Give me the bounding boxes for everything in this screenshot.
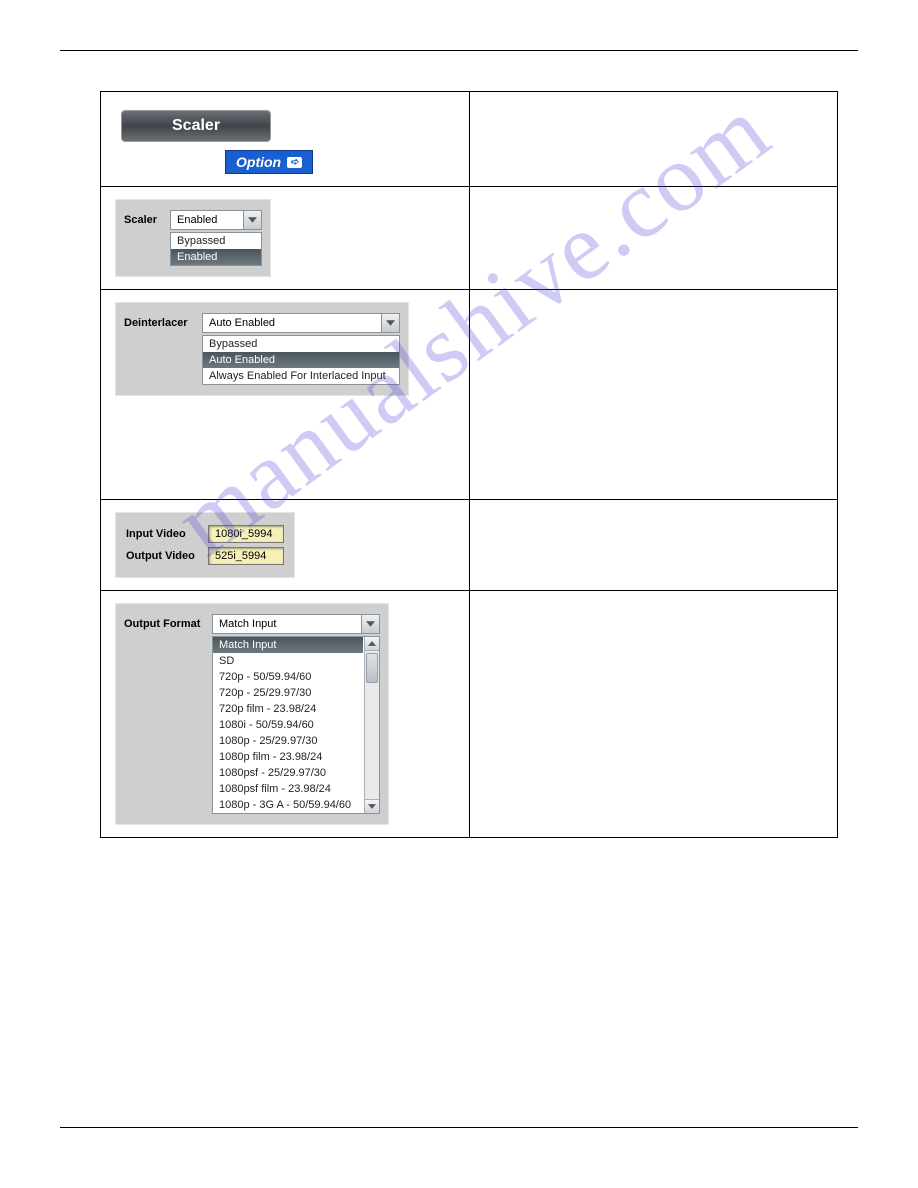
- deinterlacer-select[interactable]: Auto Enabled: [202, 313, 400, 333]
- list-item[interactable]: Bypassed: [203, 336, 399, 352]
- list-item[interactable]: 720p film - 23.98/24: [213, 701, 363, 717]
- output-format-selected: Match Input: [213, 618, 361, 630]
- list-item[interactable]: Always Enabled For Interlaced Input: [203, 368, 399, 384]
- output-format-select[interactable]: Match Input: [212, 614, 380, 634]
- io-panel: Input Video 1080i_5994 Output Video 525i…: [115, 512, 295, 578]
- list-item[interactable]: 1080p - 25/29.97/30: [213, 733, 363, 749]
- chevron-down-icon: [243, 211, 261, 229]
- io-status-cell: Input Video 1080i_5994 Output Video 525i…: [101, 500, 469, 590]
- option-label: Option: [236, 154, 281, 170]
- output-video-row: Output Video 525i_5994: [126, 547, 284, 565]
- list-item[interactable]: Match Input: [213, 637, 363, 653]
- section-title: Scaler: [121, 110, 271, 142]
- list-item[interactable]: 720p - 50/59.94/60: [213, 669, 363, 685]
- bottom-divider: [60, 1127, 858, 1128]
- deinterlacer-selected: Auto Enabled: [203, 317, 381, 329]
- config-table: Scaler Option ➪ Scaler Enabled: [100, 91, 838, 838]
- list-item[interactable]: Auto Enabled: [203, 352, 399, 368]
- scaler-dropdown[interactable]: Enabled Bypassed Enabled: [170, 210, 262, 266]
- input-video-value: 1080i_5994: [208, 525, 284, 543]
- scaler-selected: Enabled: [171, 214, 243, 226]
- input-video-label: Input Video: [126, 528, 202, 540]
- scroll-track[interactable]: [365, 651, 379, 799]
- chevron-down-icon: [381, 314, 399, 332]
- deinterlacer-desc-cell: [469, 290, 837, 499]
- input-video-row: Input Video 1080i_5994: [126, 525, 284, 543]
- scroll-down-button[interactable]: [365, 799, 379, 813]
- header-desc-cell: [469, 92, 837, 186]
- list-item[interactable]: Bypassed: [171, 233, 261, 249]
- output-format-listbox[interactable]: Match Input SD 720p - 50/59.94/60 720p -…: [212, 636, 380, 814]
- output-format-label: Output Format: [124, 614, 206, 630]
- output-format-panel: Output Format Match Input Match Input SD: [115, 603, 389, 825]
- deinterlacer-cell: Deinterlacer Auto Enabled Bypassed Auto …: [101, 290, 469, 499]
- list-item[interactable]: 1080i - 50/59.94/60: [213, 717, 363, 733]
- header-cell: Scaler Option ➪: [101, 92, 469, 186]
- output-video-value: 525i_5994: [208, 547, 284, 565]
- scaler-cell: Scaler Enabled Bypassed Enabled: [101, 187, 469, 289]
- deinterlacer-label: Deinterlacer: [124, 313, 196, 329]
- scroll-thumb[interactable]: [366, 653, 378, 683]
- scroll-up-button[interactable]: [365, 637, 379, 651]
- top-divider: [60, 50, 858, 51]
- arrow-icon: ➪: [287, 157, 301, 168]
- scrollbar[interactable]: [364, 637, 379, 813]
- output-format-cell: Output Format Match Input Match Input SD: [101, 591, 469, 837]
- output-video-label: Output Video: [126, 550, 202, 562]
- chevron-down-icon: [361, 615, 379, 633]
- list-item[interactable]: 1080p film - 23.98/24: [213, 749, 363, 765]
- list-item[interactable]: 1080psf film - 23.98/24: [213, 781, 363, 797]
- list-item[interactable]: SD: [213, 653, 363, 669]
- list-item[interactable]: 720p - 25/29.97/30: [213, 685, 363, 701]
- scaler-desc-cell: [469, 187, 837, 289]
- output-format-desc-cell: [469, 591, 837, 837]
- deinterlacer-panel: Deinterlacer Auto Enabled Bypassed Auto …: [115, 302, 409, 396]
- output-format-dropdown[interactable]: Match Input Match Input SD 720p - 50/59.…: [212, 614, 380, 814]
- deinterlacer-dropdown[interactable]: Auto Enabled Bypassed Auto Enabled Alway…: [202, 313, 400, 385]
- scaler-select[interactable]: Enabled: [170, 210, 262, 230]
- scaler-panel: Scaler Enabled Bypassed Enabled: [115, 199, 271, 277]
- deinterlacer-listbox[interactable]: Bypassed Auto Enabled Always Enabled For…: [202, 335, 400, 385]
- list-item[interactable]: 1080psf - 25/29.97/30: [213, 765, 363, 781]
- scaler-label: Scaler: [124, 210, 164, 226]
- option-badge[interactable]: Option ➪: [225, 150, 313, 174]
- scaler-listbox[interactable]: Bypassed Enabled: [170, 232, 262, 266]
- io-desc-cell: [469, 500, 837, 590]
- list-item[interactable]: 1080p - 3G A - 50/59.94/60: [213, 797, 363, 813]
- list-item[interactable]: Enabled: [171, 249, 261, 265]
